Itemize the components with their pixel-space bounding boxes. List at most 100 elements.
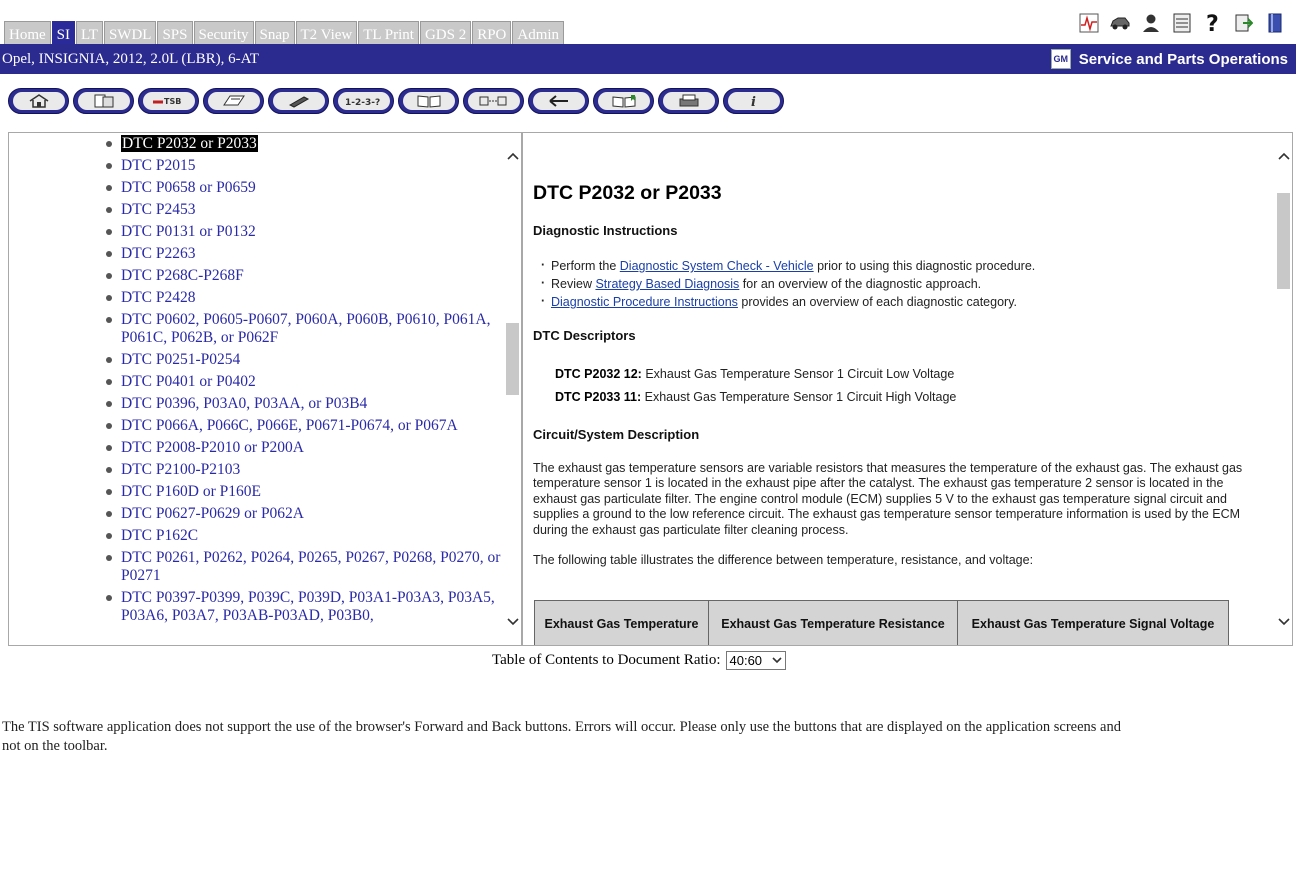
toc-item-label: DTC P0658 or P0659 [121,179,256,196]
user-icon[interactable] [1140,12,1162,34]
diagnostic-instructions-heading: Diagnostic Instructions [533,223,678,238]
connector-icon [467,92,520,110]
instruction-link[interactable]: Diagnostic System Check - Vehicle [620,259,814,273]
steps-button[interactable]: 1-2-3-? [333,88,394,114]
doc-scroll-thumb[interactable] [1277,193,1290,290]
dtc-descriptors-heading: DTC Descriptors [533,328,636,343]
book-icon[interactable] [1264,12,1286,34]
tab-rpo[interactable]: RPO [472,21,512,44]
doc-scroll-down-icon[interactable] [1275,613,1292,630]
tab-tl-print[interactable]: TL Print [358,21,419,44]
organization-brand: GM Service and Parts Operations [1050,49,1288,69]
diagnostic-instruction-item: Review Strategy Based Diagnosis for an o… [541,276,981,291]
diagnostic-instruction-item: Diagnostic Procedure Instructions provid… [541,294,1017,309]
toc-item-label: DTC P2100-P2103 [121,461,241,478]
diagnostic-instruction-item: Perform the Diagnostic System Check - Ve… [541,258,1035,273]
connector-button[interactable] [463,88,524,114]
toc-item[interactable]: DTC P0261, P0262, P0264, P0265, P0267, P… [9,549,505,585]
dtc-descriptor: DTC P2032 12: Exhaust Gas Temperature Se… [555,367,954,381]
toc-item[interactable]: DTC P2453 [9,201,505,219]
toc-item[interactable]: DTC P0627-P0629 or P062A [9,505,505,523]
toc-scrollbar[interactable] [504,133,521,645]
tab-snap[interactable]: Snap [254,21,295,44]
circuit-description-text: The exhaust gas temperature sensors are … [533,461,1243,537]
toc-item[interactable]: DTC P0401 or P0402 [9,373,505,391]
toc-scroll-thumb[interactable] [506,322,519,395]
toc-item[interactable]: DTC P0602, P0605-P0607, P060A, P060B, P0… [9,311,505,347]
instruction-text: provides an overview of each diagnostic … [737,295,1017,309]
tab-sps[interactable]: SPS [157,21,193,44]
toc-scroll-down-icon[interactable] [504,613,521,630]
steps-icon: 1-2-3-? [337,92,390,110]
tab-admin[interactable]: Admin [512,21,565,44]
toc-item[interactable]: DTC P066A, P066C, P066E, P0671-P0674, or… [9,417,505,435]
tool-button[interactable] [268,88,329,114]
instruction-link[interactable]: Diagnostic Procedure Instructions [551,295,738,309]
export-icon[interactable] [1233,12,1255,34]
toc-item[interactable]: DTC P0397-P0399, P039C, P039D, P03A1-P03… [9,589,505,625]
svg-text:?: ? [1206,12,1219,34]
dtc-code: DTC P2032 12: [555,367,642,381]
table-header-row: Exhaust Gas Temperature Exhaust Gas Tempe… [534,600,1229,645]
instruction-link[interactable]: Strategy Based Diagnosis [595,277,739,291]
bookmark-icon [597,92,650,110]
toc-item-label: DTC P2008-P2010 or P200A [121,439,305,456]
bookmark-button[interactable] [593,88,654,114]
documents-button[interactable] [73,88,134,114]
help-icon[interactable]: ? [1202,12,1224,34]
toc-item[interactable]: DTC P0658 or P0659 [9,179,505,197]
open-book-button[interactable] [398,88,459,114]
toc-item-label: DTC P0396, P03A0, P03AA, or P03B4 [121,395,368,412]
toc-item[interactable]: DTC P162C [9,527,505,545]
toc-item[interactable]: DTC P160D or P160E [9,483,505,501]
calculator-icon[interactable] [1171,12,1193,34]
home-button[interactable] [8,88,69,114]
toc-item[interactable]: DTC P2032 or P2033 [9,135,505,153]
tab-t2-view[interactable]: T2 View [295,21,358,44]
tab-home[interactable]: Home [4,21,51,44]
toc-item-label: DTC P2032 or P2033 [121,135,258,152]
tab-si[interactable]: SI [51,21,76,44]
toc-scroll-up-icon[interactable] [504,147,521,164]
tsb-icon: TSB [142,92,195,110]
documents-icon [77,92,130,110]
toc-item[interactable]: DTC P2015 [9,157,505,175]
toc-item[interactable]: DTC P0396, P03A0, P03AA, or P03B4 [9,395,505,413]
toc-item-label: DTC P268C-P268F [121,267,244,284]
tool-icon [272,92,325,110]
toc-item-label: DTC P0131 or P0132 [121,223,256,240]
tsb-button[interactable]: TSB [138,88,199,114]
tab-swdl[interactable]: SWDL [103,21,157,44]
manual-icon [207,92,260,110]
toc-item[interactable]: DTC P2008-P2010 or P200A [9,439,505,457]
back-button[interactable] [528,88,589,114]
graph-icon[interactable] [1078,12,1100,34]
toc-item-label: DTC P2015 [121,157,196,174]
toc-item[interactable]: DTC P2428 [9,289,505,307]
toc-item[interactable]: DTC P2263 [9,245,505,263]
manual-button[interactable] [203,88,264,114]
circuit-description-heading: Circuit/System Description [533,427,700,442]
dtc-description: Exhaust Gas Temperature Sensor 1 Circuit… [641,367,955,381]
toc-item[interactable]: DTC P0251-P0254 [9,351,505,369]
instruction-text: Perform the [551,259,620,273]
svg-text:i: i [751,95,756,109]
car-icon[interactable] [1109,12,1131,34]
toc-item-label: DTC P2453 [121,201,196,218]
tab-security[interactable]: Security [193,21,254,44]
svg-text:1-2-3-?: 1-2-3-? [345,98,380,108]
toc-item[interactable]: DTC P2100-P2103 [9,461,505,479]
dtc-descriptor: DTC P2033 11: Exhaust Gas Temperature Se… [555,390,956,404]
print-button[interactable] [658,88,719,114]
toc-item[interactable]: DTC P268C-P268F [9,267,505,285]
document-title: DTC P2032 or P2033 [533,182,722,204]
tab-gds-2[interactable]: GDS 2 [419,21,472,44]
tab-lt[interactable]: LT [76,21,103,44]
toc-item[interactable]: DTC P0131 or P0132 [9,223,505,241]
vehicle-header-bar: Opel, INSIGNIA, 2012, 2.0L (LBR), 6-AT G… [0,44,1296,74]
ratio-control: Table of Contents to Document Ratio: 40:… [492,651,786,670]
info-button[interactable]: i [723,88,784,114]
document-scrollbar[interactable] [1275,133,1292,645]
ratio-select[interactable]: 40:60 [725,651,786,670]
doc-scroll-up-icon[interactable] [1275,147,1292,164]
